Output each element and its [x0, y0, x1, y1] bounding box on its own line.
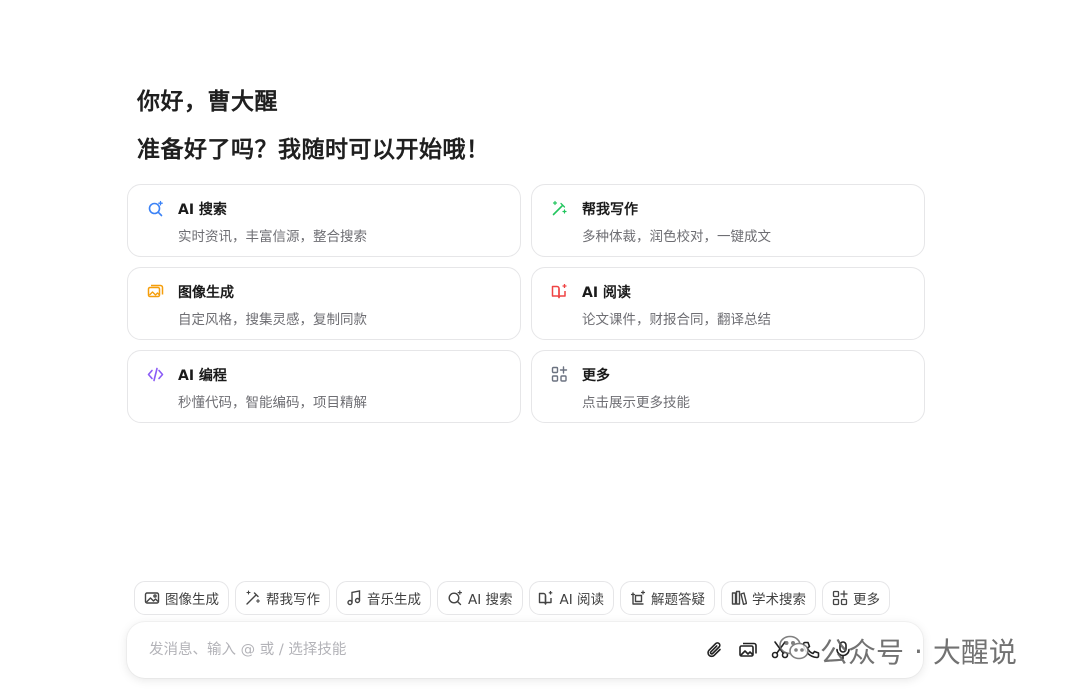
- skill-chips: 图像生成 帮我写作 音乐生成 AI 搜索 AI 阅读 解题答疑 学术搜索 更多: [134, 581, 891, 615]
- attach-icon[interactable]: [704, 639, 726, 661]
- writing-wand-icon: [551, 200, 568, 217]
- ai-search-icon: [446, 590, 463, 607]
- card-title: 图像生成: [178, 285, 234, 301]
- card-desc: 自定风格，搜集灵感，复制同款: [178, 312, 367, 328]
- chip-image-gen[interactable]: 图像生成: [134, 581, 229, 615]
- card-desc: 论文课件，财报合同，翻译总结: [582, 312, 771, 328]
- card-more[interactable]: 更多 点击展示更多技能: [531, 350, 925, 423]
- chip-label: 音乐生成: [367, 592, 421, 608]
- card-desc: 秒懂代码，智能编码，项目精解: [178, 395, 367, 411]
- card-ai-search[interactable]: AI 搜索 实时资讯，丰富信源，整合搜索: [127, 184, 521, 257]
- chip-music-gen[interactable]: 音乐生成: [336, 581, 431, 615]
- chip-academic-search[interactable]: 学术搜索: [721, 581, 817, 615]
- problem-solve-icon: [629, 590, 646, 607]
- chip-ai-reading[interactable]: AI 阅读: [528, 581, 615, 615]
- writing-wand-icon: [244, 590, 261, 607]
- chip-label: AI 阅读: [559, 592, 605, 608]
- skill-cards: AI 搜索 实时资讯，丰富信源，整合搜索 帮我写作 多种体裁，润色校对，一键成文…: [127, 184, 925, 423]
- watermark-right: 大醒说: [932, 636, 1017, 669]
- card-desc: 实时资讯，丰富信源，整合搜索: [178, 229, 367, 245]
- card-desc: 点击展示更多技能: [582, 395, 690, 411]
- ai-reading-icon: [551, 283, 568, 300]
- ai-search-icon: [147, 200, 164, 217]
- chip-problem-solve[interactable]: 解题答疑: [620, 581, 716, 615]
- chip-label: AI 搜索: [468, 592, 513, 608]
- watermark-dot: ·: [914, 634, 923, 668]
- chip-writing[interactable]: 帮我写作: [235, 581, 330, 615]
- card-ai-reading[interactable]: AI 阅读 论文课件，财报合同，翻译总结: [531, 267, 925, 340]
- card-title: 更多: [582, 368, 610, 384]
- chip-more[interactable]: 更多: [822, 581, 891, 615]
- image-upload-icon[interactable]: [737, 639, 759, 661]
- chip-label: 帮我写作: [266, 592, 320, 608]
- music-icon: [345, 590, 362, 607]
- greeting-title: 你好，曹大醒: [137, 89, 278, 115]
- chip-ai-search[interactable]: AI 搜索: [437, 581, 523, 615]
- card-writing[interactable]: 帮我写作 多种体裁，润色校对，一键成文: [531, 184, 925, 257]
- greeting-subtitle: 准备好了吗？我随时可以开始哦！: [137, 137, 490, 163]
- card-title: AI 搜索: [178, 202, 227, 218]
- image-icon: [143, 590, 160, 607]
- message-input[interactable]: [149, 638, 669, 662]
- card-ai-coding[interactable]: AI 编程 秒懂代码，智能编码，项目精解: [127, 350, 521, 423]
- watermark: 公众号 · 大醒说: [778, 630, 1017, 672]
- wechat-icon: [778, 634, 810, 669]
- more-apps-icon: [551, 366, 568, 383]
- code-icon: [147, 366, 164, 383]
- academic-icon: [730, 590, 747, 607]
- chip-label: 图像生成: [165, 592, 219, 608]
- card-title: AI 阅读: [582, 285, 631, 301]
- watermark-left: 公众号: [820, 636, 905, 669]
- card-title: 帮我写作: [582, 202, 638, 218]
- chip-label: 更多: [853, 592, 881, 608]
- image-gen-icon: [147, 283, 164, 300]
- card-image-gen[interactable]: 图像生成 自定风格，搜集灵感，复制同款: [127, 267, 521, 340]
- card-title: AI 编程: [178, 368, 227, 384]
- chip-label: 学术搜索: [752, 592, 807, 608]
- card-desc: 多种体裁，润色校对，一键成文: [582, 229, 771, 245]
- more-apps-icon: [831, 590, 848, 607]
- ai-reading-icon: [538, 590, 555, 607]
- chip-label: 解题答疑: [651, 592, 706, 608]
